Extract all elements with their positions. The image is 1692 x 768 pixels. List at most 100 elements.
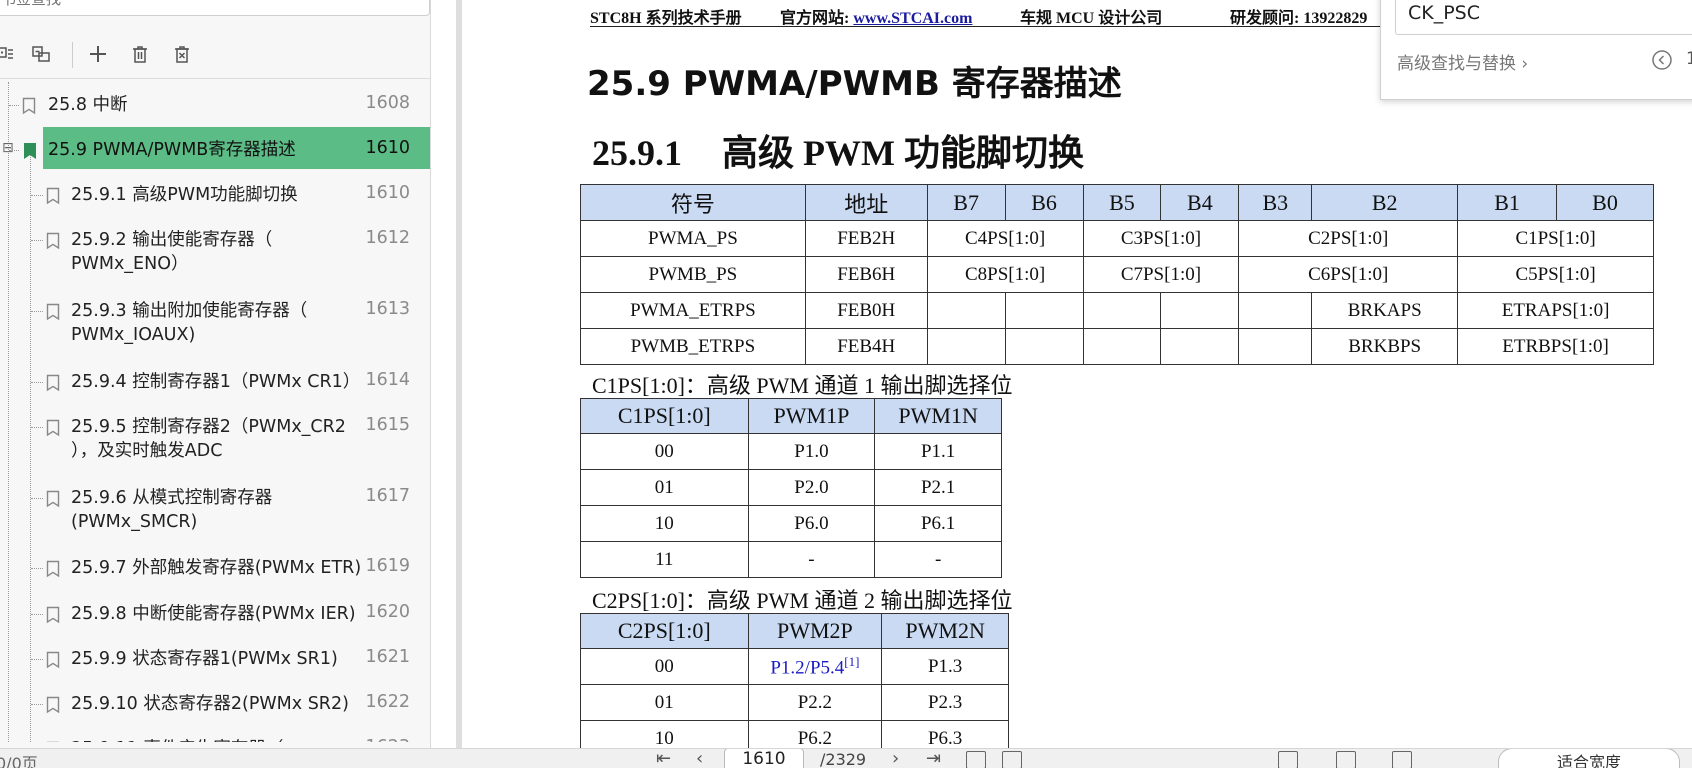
status-bar: 0/0页 ⇤ ‹ 1610 /2329 › ⇥ 适合宽度 [0,748,1692,768]
outline-item-label: 25.9 PWMA/PWMB寄存器描述 [48,140,296,160]
tree-connector-line [31,498,43,499]
outline-item-label: 25.9.7 外部触发寄存器(PWMx ETR) [71,558,362,578]
next-page-icon[interactable]: › [892,749,899,768]
column-header: B1 [1457,184,1558,221]
tree-connector-line [31,659,43,660]
tree-connector-line [31,568,43,569]
outline-item[interactable]: 25.9.10 状态寄存器2(PWMx SR2) 1622 [0,681,430,723]
two-page-view-icon[interactable] [1336,751,1356,768]
table-row: 11- - [580,541,1002,578]
expand-all-icon[interactable] [0,43,16,65]
c1ps-table: C1PS[1:0] PWM1P PWM1N 00 P1.0 P1.1 01 P2.0 P2.1… [580,398,1002,578]
collapse-toggle-icon[interactable]: ⊟ [2,140,14,156]
table-cell: P2.0 [747,469,876,506]
bookmark-search-input[interactable] [0,0,420,15]
outline-item-page: 1610 [365,183,410,203]
table-cell: 00 [580,433,749,470]
continuous-view-icon[interactable] [1002,751,1022,768]
collapse-all-icon[interactable] [30,43,52,65]
previous-match-icon[interactable] [1651,49,1673,71]
prev-page-icon[interactable]: ‹ [696,749,703,768]
book-view-icon[interactable] [1392,751,1412,768]
table-cell: P1.1 [874,433,1002,470]
outline-item[interactable]: 25.9.5 控制寄存器2（PWMx_CR2 ），及实时触发ADC 1615 [0,404,430,470]
outline-item[interactable]: 25.9.6 从模式控制寄存器 (PWMx_SMCR) 1617 [0,475,430,541]
add-bookmark-icon[interactable] [87,43,109,65]
find-panel: 高级查找与替换 › 1 [1380,0,1692,100]
delete-bookmark-icon[interactable] [129,43,151,65]
advanced-find-label: 高级查找与替换 [1397,54,1516,74]
outline-item-label: 25.9.10 状态寄存器2(PWMx SR2) [71,694,349,714]
tree-connector-line [31,614,43,615]
delete-all-bookmarks-icon[interactable] [171,43,193,65]
c2ps-description: C2PS[1:0]：高级 PWM 通道 2 输出脚选择位 [592,588,1013,613]
single-page-view-icon[interactable] [966,751,986,768]
outline-item[interactable]: 25.9.4 控制寄存器1（PWMx CR1） 1614 [0,359,430,401]
column-header: C1PS[1:0] [580,398,749,434]
outline-item[interactable]: 25.9.7 外部触发寄存器(PWMx ETR) 1619 [0,545,430,587]
outline-item[interactable]: 25.9.2 输出使能寄存器（ PWMx_ENO） 1612 [0,217,430,283]
table-row: PWMB_PS FEB6H C8PS[1:0] C7PS[1:0] C6PS[1:0] C… [580,256,1654,293]
official-site: 官方网站: www.STCAI.com [780,4,972,28]
bit-field: BRKBPS [1311,328,1459,365]
advanced-find-link[interactable]: 高级查找与替换 › [1397,49,1528,74]
table-row: PWMB_ETRPS FEB4H BRKBPS ETRBPS[1:0] [580,328,1654,365]
tree-connector-line [31,427,43,428]
outline-item-page: 1617 [365,486,410,506]
outline-item-page: 1614 [365,370,410,390]
table-row: 01 P2.0 P2.1 [580,469,1002,506]
column-header: B2 [1311,184,1459,221]
table-cell: 00 [580,648,749,685]
last-page-icon[interactable]: ⇥ [926,749,941,768]
outline-item[interactable]: ⊟ 25.9 PWMA/PWMB寄存器描述 1610 [0,127,430,169]
outline-item-label-line2: (PWMx_SMCR) [71,512,198,532]
table-cell: P6.1 [874,505,1002,542]
table-cell: P1.0 [747,433,876,470]
bookmark-icon [20,97,38,115]
grid-view-icon[interactable] [1278,751,1298,768]
bookmark-icon [44,606,62,624]
outline-item-page: 1610 [365,138,410,158]
table-cell: P1.3 [881,648,1009,685]
bit-field: ETRAPS[1:0] [1457,292,1654,329]
toolbar-separator [72,42,73,68]
empty-bit [1082,328,1162,365]
pin-cell: P1.2/P5.4[1] [747,648,883,685]
table-cell: P6.2 [747,720,883,748]
outline-item-label: 25.9.9 状态寄存器1(PWMx SR1) [71,649,338,669]
table-cell: - [747,541,876,578]
official-site-link[interactable]: www.STCAI.com [853,10,972,27]
bookmark-icon [44,490,62,508]
bit-field: ETRBPS[1:0] [1457,328,1654,365]
register-symbol: PWMA_ETRPS [580,292,806,329]
outline-item[interactable]: 25.8 中断 1608 [0,82,430,124]
bookmark-icon [44,696,62,714]
outline-item[interactable]: 25.9.3 输出附加使能寄存器（ PWMx_IOAUX) 1613 [0,288,430,354]
bit-field: C5PS[1:0] [1457,256,1654,293]
outline-item-page: 1608 [365,93,410,113]
outline-item-label: 25.9.2 输出使能寄存器（ [71,230,273,250]
fit-width-button[interactable]: 适合宽度 [1498,749,1680,768]
empty-bit [1082,292,1162,329]
footnote-marker[interactable]: [1] [844,654,859,669]
outline-item-label: 25.9.3 输出附加使能寄存器（ [71,301,308,321]
table-cell: 10 [580,505,749,542]
find-input[interactable] [1396,0,1692,32]
column-header: B3 [1238,184,1313,221]
table-row: 10 P6.2 P6.3 [580,720,1009,748]
first-page-icon[interactable]: ⇤ [656,749,671,768]
page-number-input[interactable]: 1610 [724,749,804,768]
outline-item[interactable]: 25.9.11 事件产生寄存器（ 1623 [0,726,430,742]
find-input-box[interactable] [1395,0,1692,35]
bookmark-search-box[interactable] [0,0,430,16]
empty-bit [1238,328,1313,365]
advisor-phone: 研发顾问: 13922829 [1230,10,1368,27]
bookmark-icon [44,232,62,250]
tree-connector-line [31,382,43,383]
outline-item[interactable]: 25.9.8 中断使能寄存器(PWMx IER) 1620 [0,591,430,633]
outline-item-label: 25.9.8 中断使能寄存器(PWMx IER) [71,604,356,624]
outline-item[interactable]: 25.9.9 状态寄存器1(PWMx SR1) 1621 [0,636,430,678]
table-cell: P6.0 [747,505,876,542]
outline-item[interactable]: 25.9.1 高级PWM功能脚切换 1610 [0,172,430,214]
outline-item-label: 25.9.4 控制寄存器1（PWMx CR1） [71,372,361,392]
